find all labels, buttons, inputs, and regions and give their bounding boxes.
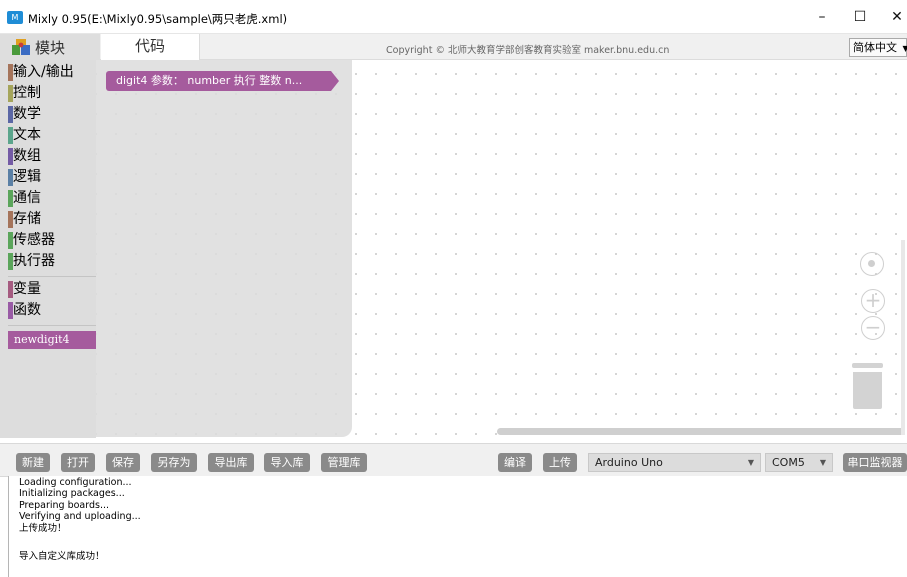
- console-line: Initializing packages...: [19, 488, 125, 499]
- zoom-in-icon[interactable]: +: [861, 289, 885, 313]
- block-connector: [331, 71, 339, 91]
- category-divider: [8, 276, 96, 277]
- tab-blocks-label: 模块: [35, 39, 66, 57]
- console-line: Loading configuration...: [19, 477, 132, 488]
- vertical-scrollbar[interactable]: [901, 240, 905, 435]
- chevron-down-icon: ▼: [902, 44, 907, 53]
- trash-icon[interactable]: [852, 363, 883, 409]
- export-library-button[interactable]: 导出库: [208, 453, 254, 472]
- category-comm[interactable]: 通信: [8, 188, 96, 209]
- category-variables[interactable]: 变量: [8, 279, 96, 300]
- minimize-button[interactable]: –: [805, 6, 839, 28]
- close-button[interactable]: ✕: [880, 6, 907, 28]
- category-math[interactable]: 数学: [8, 104, 96, 125]
- mixly-logo-icon: M: [7, 11, 23, 24]
- console-output: Loading configuration... Initializing pa…: [8, 476, 907, 577]
- import-library-button[interactable]: 导入库: [264, 453, 310, 472]
- category-array[interactable]: 数组: [8, 146, 96, 167]
- recenter-icon[interactable]: [860, 252, 884, 276]
- tab-blocks[interactable]: 模块: [0, 34, 100, 60]
- manage-library-button[interactable]: 管理库: [321, 453, 367, 472]
- category-storage[interactable]: 存储: [8, 209, 96, 230]
- language-select-value: 简体中文: [853, 41, 897, 54]
- category-io[interactable]: 输入/输出: [8, 62, 96, 83]
- console-line: Preparing boards...: [19, 500, 110, 511]
- mixly-window: M Mixly 0.95(E:\Mixly0.95\sample\两只老虎.xm…: [0, 0, 907, 577]
- new-button[interactable]: 新建: [16, 453, 50, 472]
- zoom-out-icon[interactable]: −: [861, 316, 885, 340]
- port-select[interactable]: COM5 ▼: [765, 453, 833, 472]
- upload-button[interactable]: 上传: [543, 453, 577, 472]
- console-line: 导入自定义库成功！: [19, 551, 105, 562]
- copyright-text: Copyright © 北师大教育学部创客教育实验室 maker.bnu.edu…: [386, 45, 670, 56]
- port-select-value: COM5: [772, 456, 805, 469]
- action-toolbar: 新建 打开 保存 另存为 导出库 导入库 管理库 编译 上传 Arduino U…: [0, 443, 907, 477]
- tab-code[interactable]: 代码: [101, 34, 200, 60]
- puzzle-icon: [12, 39, 30, 55]
- save-button[interactable]: 保存: [106, 453, 140, 472]
- chevron-down-icon: ▼: [747, 458, 754, 467]
- open-button[interactable]: 打开: [61, 453, 95, 472]
- category-control[interactable]: 控制: [8, 83, 96, 104]
- serial-monitor-button[interactable]: 串口监视器: [843, 453, 907, 472]
- language-select[interactable]: 简体中文 ▼: [849, 38, 907, 57]
- compile-button[interactable]: 编译: [498, 453, 532, 472]
- category-functions[interactable]: 函数: [8, 300, 96, 321]
- console-line: 上传成功！: [19, 523, 67, 534]
- header-bar: 模块 代码 Copyright © 北师大教育学部创客教育实验室 maker.b…: [0, 34, 907, 60]
- category-actuator[interactable]: 执行器: [8, 251, 96, 272]
- category-sensor[interactable]: 传感器: [8, 230, 96, 251]
- maximize-button[interactable]: ☐: [843, 6, 877, 28]
- title-bar: M Mixly 0.95(E:\Mixly0.95\sample\两只老虎.xm…: [0, 0, 907, 34]
- horizontal-scrollbar[interactable]: [497, 428, 905, 435]
- console-line: Verifying and uploading...: [19, 511, 141, 522]
- board-select[interactable]: Arduino Uno ▼: [588, 453, 761, 472]
- board-select-value: Arduino Uno: [595, 456, 663, 469]
- function-call-block[interactable]: digit4 参数： number 执行 整数 n...: [106, 71, 331, 91]
- category-newdigit4[interactable]: newdigit4: [8, 331, 96, 349]
- chevron-down-icon: ▼: [819, 458, 826, 467]
- category-text[interactable]: 文本: [8, 125, 96, 146]
- category-logic[interactable]: 逻辑: [8, 167, 96, 188]
- block-flyout: [96, 60, 352, 437]
- save-as-button[interactable]: 另存为: [151, 453, 197, 472]
- category-divider: [8, 325, 96, 326]
- window-title: Mixly 0.95(E:\Mixly0.95\sample\两只老虎.xml): [28, 12, 288, 26]
